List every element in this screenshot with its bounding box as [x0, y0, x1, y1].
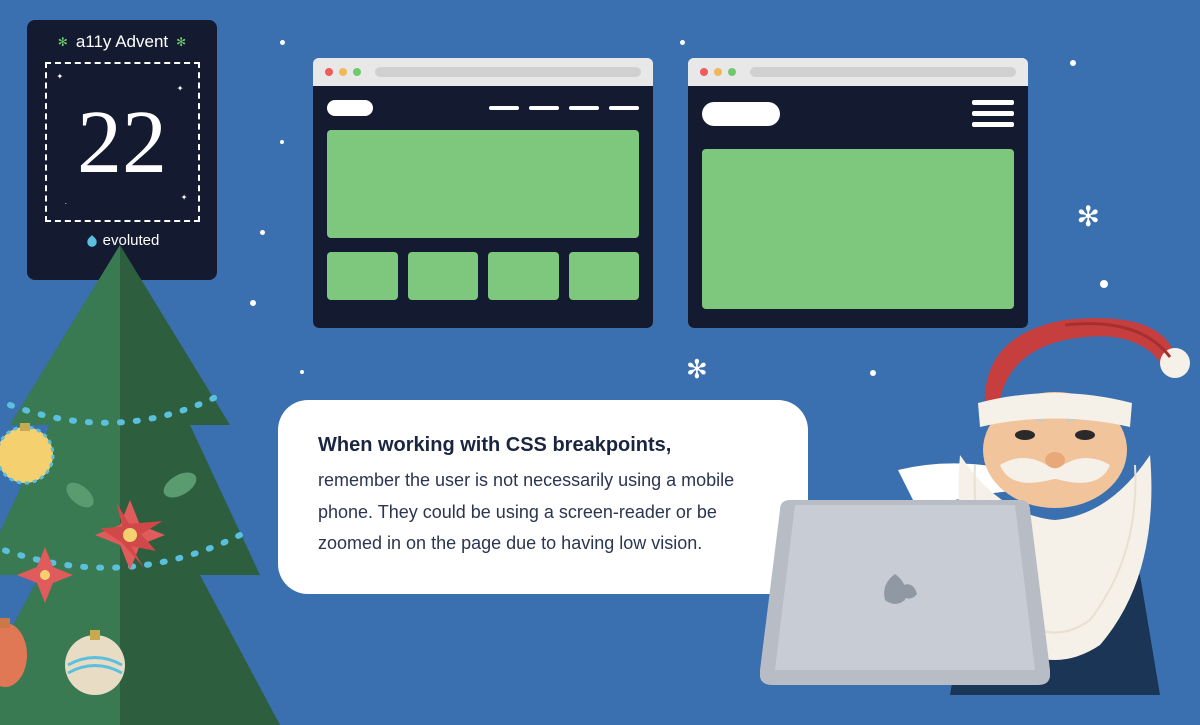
close-icon: [700, 68, 708, 76]
mock-card-row: [327, 252, 639, 300]
minimize-icon: [339, 68, 347, 76]
maximize-icon: [353, 68, 361, 76]
browser-chrome: [688, 58, 1028, 86]
laptop-illustration: [760, 490, 1050, 685]
close-icon: [325, 68, 333, 76]
speech-heading: When working with CSS breakpoints,: [318, 434, 768, 457]
url-bar: [375, 67, 641, 77]
mock-hero: [327, 130, 639, 238]
snowflake-icon: ✻: [1077, 200, 1100, 233]
advent-day-box: ✦ ✦ · ✦ 22: [45, 62, 200, 222]
hamburger-icon: [972, 100, 1014, 127]
snowflake-icon: ✻: [686, 354, 708, 385]
url-bar: [750, 67, 1016, 77]
maximize-icon: [728, 68, 736, 76]
speech-body: remember the user is not necessarily usi…: [318, 465, 768, 560]
advent-day-number: 22: [77, 91, 167, 194]
snowflake-icon: ✻: [176, 35, 186, 49]
speech-bubble: When working with CSS breakpoints, remem…: [278, 400, 808, 594]
mock-nav: [489, 106, 639, 110]
christmas-tree-illustration: [0, 225, 310, 725]
advent-title-text: a11y Advent: [76, 32, 168, 52]
mock-logo: [702, 102, 780, 126]
mock-logo: [327, 100, 373, 116]
minimize-icon: [714, 68, 722, 76]
browser-chrome: [313, 58, 653, 86]
advent-title: ✻ a11y Advent ✻: [58, 32, 186, 52]
snowflake-icon: ✻: [58, 35, 68, 49]
browser-mockup-desktop: [313, 58, 653, 328]
